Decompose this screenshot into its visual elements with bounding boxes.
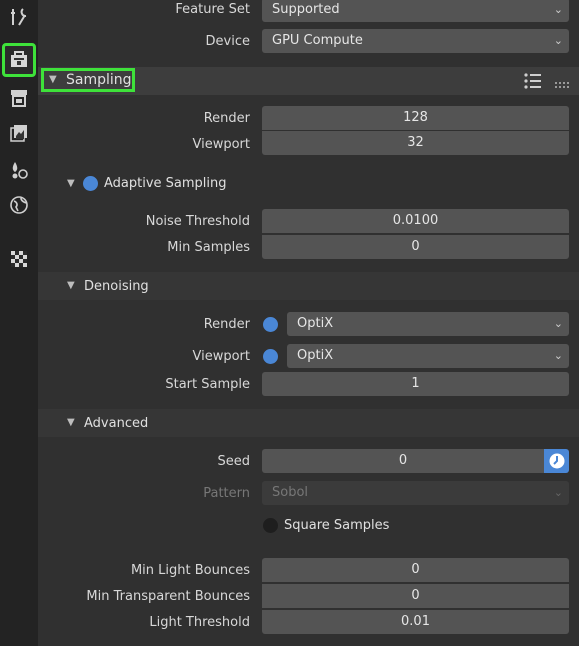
min-light-bounces-label: Min Light Bounces bbox=[130, 563, 250, 578]
tab-texture[interactable] bbox=[4, 244, 34, 274]
properties-tab-bar bbox=[0, 0, 38, 646]
viewport-samples-label: Viewport bbox=[192, 137, 251, 152]
denoise-viewport-checkbox[interactable] bbox=[263, 349, 278, 364]
advanced-title: Advanced bbox=[84, 416, 149, 431]
drag-handle-icon[interactable] bbox=[555, 77, 571, 92]
collapse-triangle-icon: ▼ bbox=[67, 178, 75, 189]
collapse-triangle-icon: ▼ bbox=[67, 417, 75, 428]
denoise-viewport-value: OptiX bbox=[297, 348, 334, 363]
world-icon bbox=[10, 196, 28, 214]
sampling-title: Sampling bbox=[66, 72, 132, 88]
start-sample-label: Start Sample bbox=[165, 377, 250, 392]
tab-world[interactable] bbox=[4, 190, 34, 220]
render-samples-field[interactable]: 128 bbox=[262, 106, 569, 130]
advanced-header[interactable]: ▼ Advanced bbox=[38, 409, 579, 437]
seed-field[interactable]: 0 bbox=[262, 449, 544, 473]
denoise-render-value: OptiX bbox=[297, 316, 334, 331]
collapse-triangle-icon: ▼ bbox=[67, 280, 75, 291]
denoise-render-checkbox[interactable] bbox=[263, 317, 278, 332]
chevron-down-icon: ⌄ bbox=[553, 3, 563, 16]
min-light-bounces-field[interactable]: 0 bbox=[262, 558, 569, 582]
chevron-down-icon: ⌄ bbox=[553, 317, 563, 330]
device-dropdown[interactable]: GPU Compute ⌄ bbox=[262, 29, 569, 53]
feature-set-dropdown[interactable]: Supported ⌄ bbox=[262, 0, 569, 22]
adaptive-sampling-title: Adaptive Sampling bbox=[104, 176, 227, 191]
chevron-down-icon: ⌄ bbox=[553, 349, 563, 362]
seed-time-toggle[interactable] bbox=[544, 449, 569, 473]
light-threshold-label: Light Threshold bbox=[149, 615, 250, 630]
feature-set-value: Supported bbox=[272, 2, 340, 17]
feature-set-label: Feature Set bbox=[175, 2, 250, 17]
adaptive-sampling-checkbox[interactable] bbox=[83, 176, 98, 191]
square-samples-label: Square Samples bbox=[284, 518, 390, 533]
output-icon bbox=[11, 90, 27, 107]
device-value: GPU Compute bbox=[272, 33, 363, 48]
min-samples-label: Min Samples bbox=[167, 240, 250, 255]
pattern-value: Sobol bbox=[272, 485, 309, 500]
denoising-header[interactable]: ▼ Denoising bbox=[38, 272, 579, 300]
texture-icon bbox=[11, 251, 27, 267]
viewport-samples-field[interactable]: 32 bbox=[262, 131, 569, 155]
scene-icon bbox=[12, 162, 28, 179]
view-layer-icon bbox=[10, 125, 27, 142]
min-transparent-bounces-field[interactable]: 0 bbox=[262, 584, 569, 608]
clock-icon bbox=[549, 453, 564, 469]
min-transparent-bounces-label: Min Transparent Bounces bbox=[86, 589, 250, 604]
tab-render[interactable] bbox=[2, 43, 36, 77]
chevron-down-icon: ⌄ bbox=[553, 486, 563, 499]
tool-icon bbox=[11, 8, 27, 26]
denoise-render-label: Render bbox=[203, 317, 250, 332]
pattern-dropdown[interactable]: Sobol ⌄ bbox=[262, 481, 569, 505]
denoise-render-dropdown[interactable]: OptiX ⌄ bbox=[287, 312, 569, 336]
noise-threshold-label: Noise Threshold bbox=[145, 214, 250, 229]
sampling-panel-header[interactable]: ▼ Sampling bbox=[38, 67, 579, 95]
render-icon bbox=[11, 51, 27, 67]
list-presets-icon[interactable] bbox=[524, 73, 542, 93]
device-label: Device bbox=[205, 34, 250, 49]
render-properties-panel: Feature Set Supported ⌄ Device GPU Compu… bbox=[38, 0, 579, 646]
denoise-viewport-dropdown[interactable]: OptiX ⌄ bbox=[287, 344, 569, 368]
chevron-down-icon: ⌄ bbox=[553, 34, 563, 47]
start-sample-field[interactable]: 1 bbox=[262, 372, 569, 396]
render-samples-label: Render bbox=[203, 111, 250, 126]
light-threshold-field[interactable]: 0.01 bbox=[262, 610, 569, 634]
tab-tool[interactable] bbox=[4, 2, 34, 32]
adaptive-sampling-header[interactable]: ▼ Adaptive Sampling bbox=[38, 170, 579, 198]
tab-scene[interactable] bbox=[4, 155, 34, 185]
denoising-title: Denoising bbox=[84, 279, 149, 294]
noise-threshold-field[interactable]: 0.0100 bbox=[262, 209, 569, 233]
square-samples-checkbox[interactable] bbox=[263, 518, 278, 533]
tab-output[interactable] bbox=[4, 83, 34, 113]
collapse-triangle-icon: ▼ bbox=[49, 74, 57, 85]
min-samples-field[interactable]: 0 bbox=[262, 235, 569, 259]
seed-label: Seed bbox=[217, 454, 251, 469]
pattern-label: Pattern bbox=[203, 486, 250, 501]
denoise-viewport-label: Viewport bbox=[192, 349, 251, 364]
tab-view-layer[interactable] bbox=[4, 118, 34, 148]
